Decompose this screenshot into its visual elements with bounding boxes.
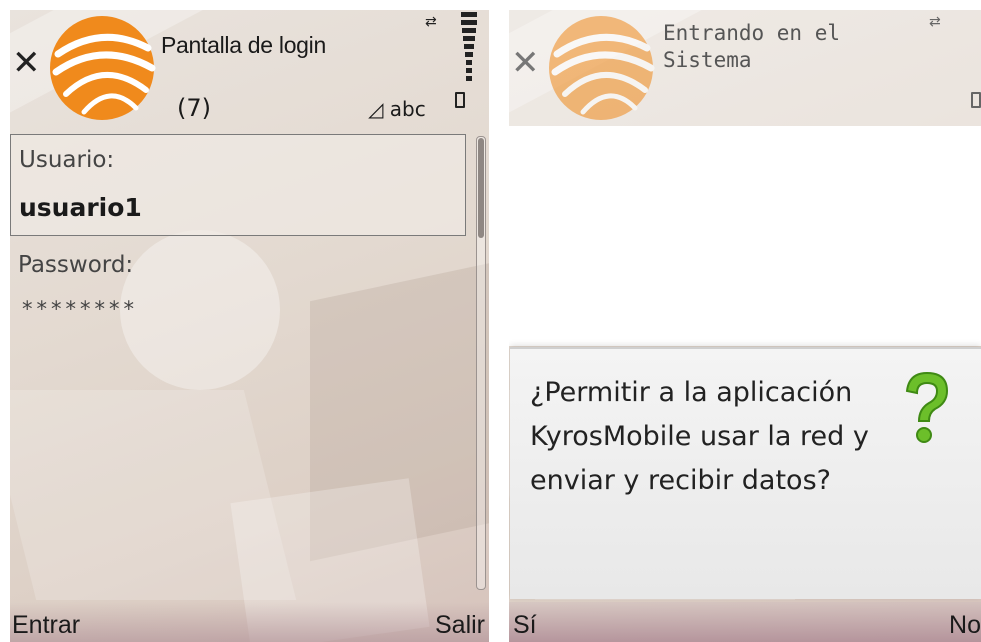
status-header: ✕ Entrando en el Sistema ⇄ [509,10,981,126]
close-icon[interactable]: ✕ [12,46,41,80]
username-field[interactable]: Usuario: usuario1 [10,134,466,236]
app-logo [549,16,655,120]
page-title: Entrando en el Sistema [663,20,840,74]
connection-icon: ⇄ [425,14,437,30]
softkey-bar: Sí No [509,602,981,642]
background-decoration [10,390,297,600]
background-decoration [120,230,280,390]
edit-mode-icon: ◿ [368,97,384,121]
username-value: usuario1 [19,193,142,222]
page-title-line1: Entrando en el [663,21,841,45]
battery-icon [461,12,477,81]
page-title-line2: Sistema [663,48,752,72]
background-decoration [310,258,489,562]
softkey-bar: Entrar Salir [10,602,489,642]
enter-softkey[interactable]: Entrar [12,611,80,640]
character-count: (7) [177,94,211,122]
input-mode-label: abc [389,97,426,121]
permission-dialog: ¿Permitir a la aplicación KyrosMobile us… [510,347,981,599]
password-label: Password: [18,252,134,278]
no-softkey[interactable]: No [949,611,981,640]
login-screen: ✕ Pantalla de login (7) ◿ abc ⇄ Usuario:… [10,10,489,642]
input-mode-indicator: ◿ abc [368,97,426,121]
dialog-message: ¿Permitir a la aplicación KyrosMobile us… [530,377,869,496]
username-label: Usuario: [19,147,115,173]
close-icon[interactable]: ✕ [511,46,540,80]
yes-softkey[interactable]: Sí [513,611,537,640]
content-area [509,126,981,346]
scroll-thumb[interactable] [478,138,484,238]
app-logo [50,16,156,120]
status-header: ✕ Pantalla de login (7) ◿ abc ⇄ [10,10,489,126]
password-field[interactable]: ******** [22,297,138,321]
signal-indicator-icon [455,92,465,108]
connecting-screen: ✕ Entrando en el Sistema ⇄ ¿Permitir a l… [509,10,981,642]
question-icon [905,371,949,443]
page-title: Pantalla de login [161,32,326,58]
signal-indicator-icon [971,92,981,108]
exit-softkey[interactable]: Salir [435,611,485,640]
scrollbar[interactable] [476,136,486,590]
connection-icon: ⇄ [929,14,941,30]
